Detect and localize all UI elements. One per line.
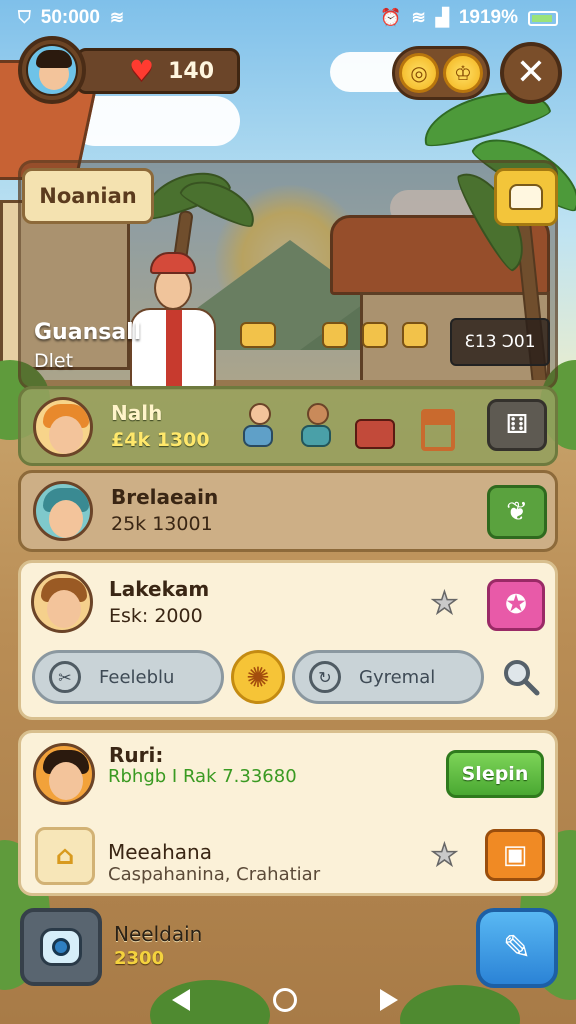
inventory-button[interactable]	[494, 168, 558, 226]
currency-pill[interactable]: ◎ ♔	[392, 46, 490, 100]
search-icon	[504, 660, 540, 696]
villager-figure-icon	[243, 403, 277, 447]
close-button[interactable]: ✕	[500, 42, 562, 104]
quest-icon-tile: ⌂	[35, 827, 95, 885]
stove-icon	[355, 419, 395, 449]
scene-icons	[322, 322, 428, 348]
dice-button[interactable]: ⚅	[487, 399, 547, 451]
avatar	[33, 743, 95, 805]
close-icon: ✕	[515, 52, 547, 93]
item-subtitle: Caspahanina, Crahatiar	[108, 864, 321, 885]
status-bar: ⛉ 50:000 ≋ ⏰ ≋ ▟ 1919%	[0, 0, 576, 36]
status-time: 50:000	[40, 7, 100, 28]
list-item-stat: 25k 13001	[111, 513, 213, 535]
bottom-value: 2300	[114, 948, 165, 969]
shop-button[interactable]: ▣	[485, 829, 545, 881]
character-subtitle: Dlet	[34, 350, 74, 372]
back-icon[interactable]	[171, 989, 190, 1011]
pill-button-left[interactable]: ✂ Feeleblu	[32, 650, 224, 704]
villager-hat	[150, 252, 196, 274]
scene-icons	[240, 322, 276, 348]
star-icon[interactable]: ★	[430, 588, 458, 620]
card-name: Ruri:	[109, 743, 164, 767]
signal-icon: ▟	[435, 8, 449, 27]
target-icon: ✺	[246, 660, 270, 694]
chair-icon	[421, 409, 455, 451]
alarm-icon: ⏰	[380, 8, 402, 27]
card-name: Lakekam	[109, 577, 210, 601]
house-check-icon: ⌂	[55, 841, 75, 871]
list-item-stat: £4k 1300	[111, 429, 210, 451]
forward-icon[interactable]	[380, 989, 399, 1011]
pill-label: Gyremal	[359, 666, 436, 688]
character-name: Guansall	[34, 320, 142, 345]
card-stat: Esk: 2000	[109, 605, 203, 627]
wifi-icon: ≋	[109, 8, 125, 27]
sleep-button[interactable]: Slepin	[446, 750, 544, 798]
villager-scarf	[166, 310, 182, 388]
favorite-button[interactable]: ✪	[487, 579, 545, 631]
battery-icon	[528, 10, 558, 26]
search-button[interactable]	[496, 652, 546, 702]
pill-label: Feeleblu	[99, 666, 175, 688]
cloud	[70, 96, 240, 146]
shield-icon: ⛉	[18, 8, 31, 27]
coin-icon: ◎	[399, 53, 439, 93]
star-icon[interactable]: ★	[430, 840, 458, 872]
list-item-name: Nalh	[111, 401, 163, 425]
briefcase-icon: ▣	[502, 840, 528, 870]
coin-icon: ♔	[443, 53, 483, 93]
plant-button[interactable]: ❦	[487, 485, 547, 539]
target-button[interactable]: ✺	[231, 650, 285, 704]
system-nav-bar	[130, 980, 440, 1020]
eye-icon	[40, 928, 82, 966]
list-item-name: Brelaeain	[111, 485, 219, 509]
avatar-icon	[26, 44, 78, 96]
bag-icon	[509, 184, 543, 210]
pencil-icon: ✎	[502, 928, 532, 968]
player-avatar[interactable]	[18, 36, 86, 104]
battery-percent: 1919%	[458, 7, 518, 28]
villager-figure-icon	[301, 403, 335, 447]
tools-icon: ✂	[49, 661, 81, 693]
heart-icon: ♥	[129, 54, 155, 87]
refresh-icon: ↻	[309, 661, 341, 693]
star-badge-icon: ✪	[505, 590, 527, 620]
avatar	[33, 397, 93, 457]
home-icon[interactable]	[272, 988, 297, 1012]
item-title: Meeahana	[108, 840, 212, 864]
list-item[interactable]: Nalh £4k 1300 ⚅	[18, 386, 558, 466]
lives-value: 140	[168, 58, 215, 84]
scene-badge: Ɛ13 Ɔ01	[450, 318, 550, 366]
wifi-icon: ≋	[411, 8, 426, 27]
chest-icon[interactable]	[240, 322, 276, 348]
pill-button-right[interactable]: ↻ Gyremal	[292, 650, 484, 704]
avatar	[31, 571, 93, 633]
list-item[interactable]: Brelaeain 25k 13001 ❦	[18, 470, 558, 552]
bottom-name: Neeldain	[114, 922, 203, 946]
card-progress-text: Rbhgb I Rak 7.33680	[108, 766, 297, 787]
lives-bar: ♥ 140	[76, 48, 240, 94]
panel-title: Noanian	[22, 168, 154, 224]
leaf-icon: ❦	[506, 497, 528, 527]
flower-icon[interactable]	[322, 322, 348, 348]
avatar	[33, 481, 93, 541]
camera-button[interactable]	[20, 908, 102, 986]
edit-button[interactable]: ✎	[476, 908, 558, 988]
star-icon[interactable]	[362, 322, 388, 348]
face-icon[interactable]	[402, 322, 428, 348]
dice-icon: ⚅	[505, 410, 529, 440]
